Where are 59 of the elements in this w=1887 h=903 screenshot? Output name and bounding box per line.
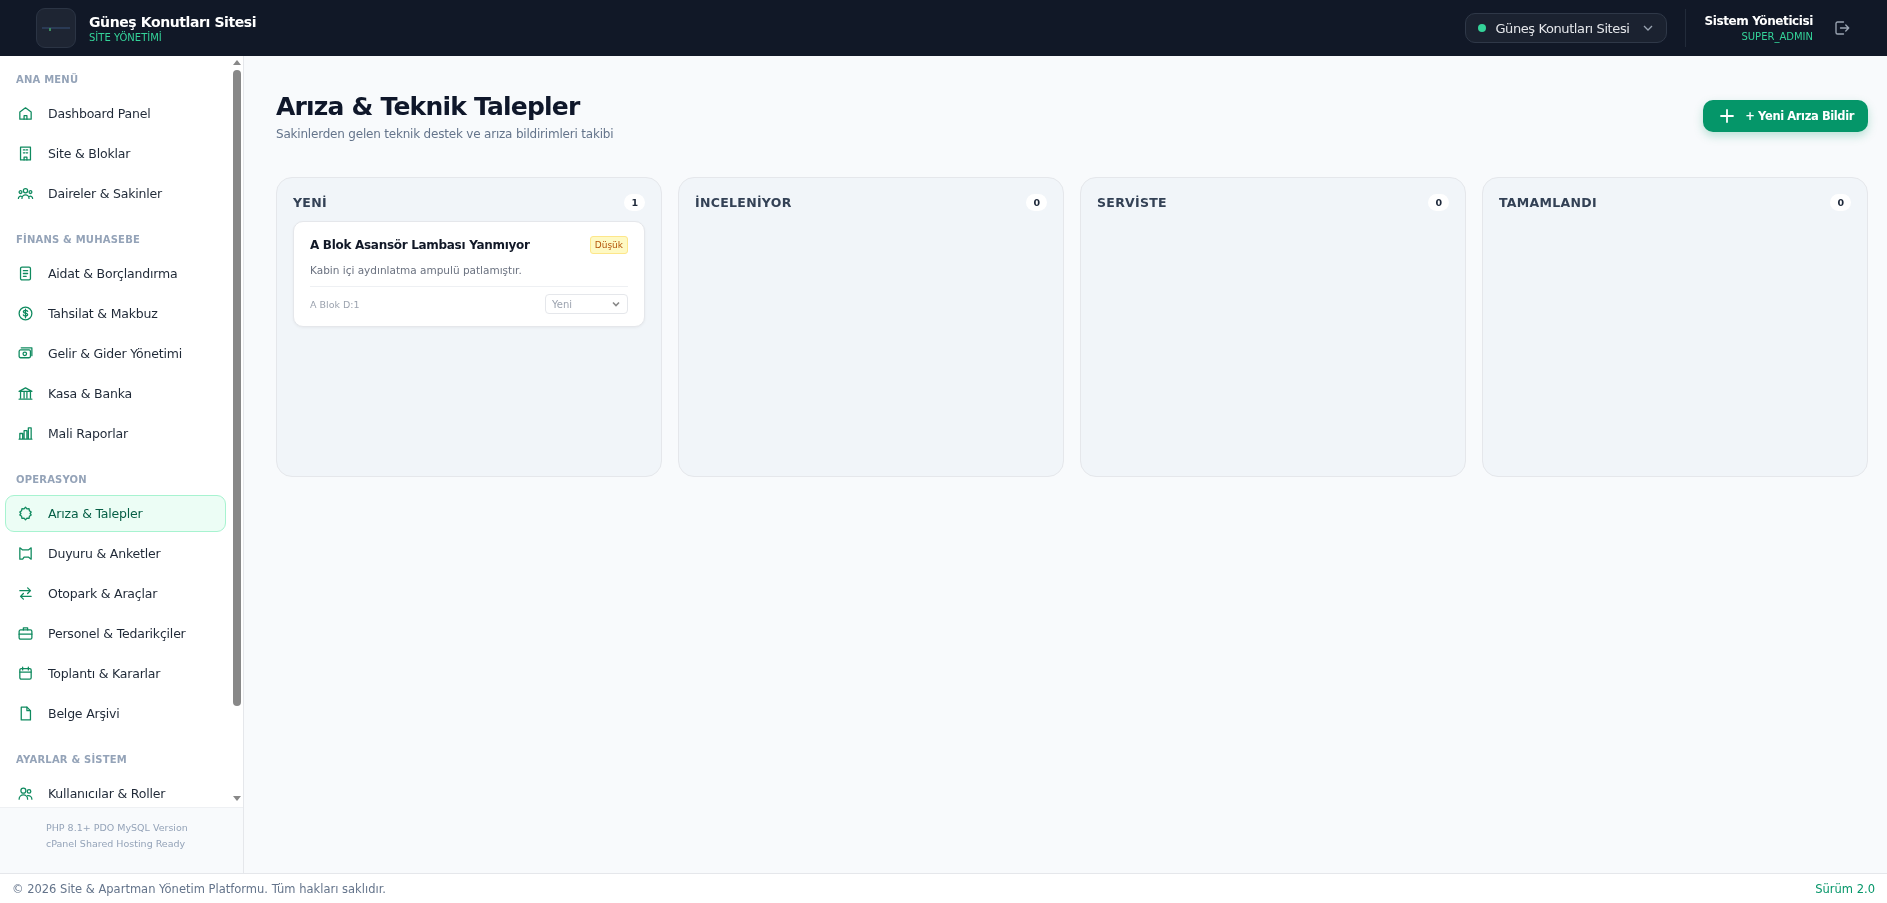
count-badge: 0 bbox=[1428, 194, 1449, 211]
location-text: A Blok D:1 bbox=[310, 298, 360, 310]
site-selector[interactable]: Güneş Konutları Sitesi bbox=[1465, 13, 1668, 43]
menu-item[interactable]: Mali Raporlar bbox=[5, 415, 226, 452]
bar-chart-icon bbox=[17, 425, 34, 442]
document-icon bbox=[17, 265, 34, 282]
menu-section-title: FİNANS & MUHASEBE bbox=[15, 232, 141, 247]
count-badge: 1 bbox=[624, 194, 645, 211]
menu-section-title: OPERASYON bbox=[15, 473, 88, 487]
count-badge: 0 bbox=[1026, 194, 1047, 211]
page-title: Arıza & Teknik Talepler bbox=[276, 92, 582, 121]
card-title: A Blok Asansör Lambası Yanmıyor bbox=[310, 238, 530, 252]
menu-item[interactable]: Duyuru & Anketler bbox=[5, 535, 226, 572]
menu-item[interactable]: Aidat & Borçlandırma bbox=[5, 255, 226, 292]
site-logo bbox=[36, 8, 76, 48]
building-icon bbox=[17, 145, 34, 162]
column-title: YENİ bbox=[293, 195, 327, 210]
menu-item[interactable]: Otopark & Araçlar bbox=[5, 575, 226, 612]
menu-item[interactable]: Daireler & Sakinler bbox=[5, 175, 226, 212]
menu-item[interactable]: Gelir & Gider Yönetimi bbox=[5, 335, 226, 372]
copyright-text: © 2026 Site & Apartman Yönetim Platformu. Tüm hakları saklıdır. bbox=[12, 881, 386, 896]
menu-item[interactable]: Dashboard Panel bbox=[5, 95, 226, 132]
menu-item[interactable]: Kullanıcılar & Roller bbox=[5, 775, 226, 807]
column-title: İNCELENİYOR bbox=[695, 195, 792, 210]
column-title: SERVİSTE bbox=[1097, 195, 1167, 210]
logout-icon[interactable] bbox=[1833, 19, 1851, 37]
menu-section-title: ANA MENÜ bbox=[15, 72, 80, 87]
user-role: SUPER_ADMIN bbox=[1740, 31, 1813, 42]
count-badge: 0 bbox=[1830, 194, 1851, 211]
menu-item[interactable]: Site & Bloklar bbox=[5, 135, 226, 172]
version-text: Sürüm 2.0 bbox=[1815, 881, 1875, 896]
page-subtitle: Sakinlerden gelen teknik destek ve arıza bildirimleri takibi bbox=[276, 127, 614, 141]
menu-item[interactable]: Personel & Tedarikçiler bbox=[5, 615, 226, 652]
calendar-icon bbox=[17, 665, 34, 682]
menu-item[interactable]: Kasa & Banka bbox=[5, 375, 226, 412]
dollar-icon bbox=[17, 305, 34, 322]
site-name: Güneş Konutları Sitesi bbox=[89, 13, 257, 30]
briefcase-icon bbox=[17, 625, 34, 642]
bank-icon bbox=[17, 385, 34, 402]
home-icon bbox=[17, 105, 34, 122]
swap-icon bbox=[17, 585, 34, 602]
version-note: PHP 8.1+ PDO MySQL Version bbox=[46, 821, 189, 835]
request-card[interactable]: A Blok Asansör Lambası Yanmıyor Düşük Kabin içi aydınlatma ampulü patlamıştır. A Blok D:1 Yeni bbox=[293, 221, 645, 327]
chevron-icon bbox=[611, 299, 621, 309]
menu-item[interactable]: Tahsilat & Makbuz bbox=[5, 295, 226, 332]
users-icon bbox=[17, 785, 34, 802]
people-icon bbox=[17, 185, 34, 202]
new-request-button[interactable]: + Yeni Arıza Bildir bbox=[1703, 100, 1868, 132]
column-title: TAMAMLANDI bbox=[1499, 195, 1597, 210]
site-subtitle: SİTE YÖNETİMİ bbox=[89, 31, 163, 43]
priority-badge: Düşük bbox=[589, 236, 628, 254]
card-description: Kabin içi aydınlatma ampulü patlamıştır. bbox=[310, 264, 628, 287]
menu-item[interactable]: Arıza & Talepler bbox=[5, 495, 226, 532]
menu-section-title: AYARLAR & SİSTEM bbox=[15, 752, 128, 767]
version-note: cPanel Shared Hosting Ready bbox=[46, 837, 187, 851]
menu-item[interactable]: Toplantı & Kararlar bbox=[5, 655, 226, 692]
plus-icon bbox=[1719, 108, 1736, 124]
menu-item[interactable]: Belge Arşivi bbox=[5, 695, 226, 732]
user-name: Sistem Yöneticisi bbox=[1704, 14, 1813, 28]
